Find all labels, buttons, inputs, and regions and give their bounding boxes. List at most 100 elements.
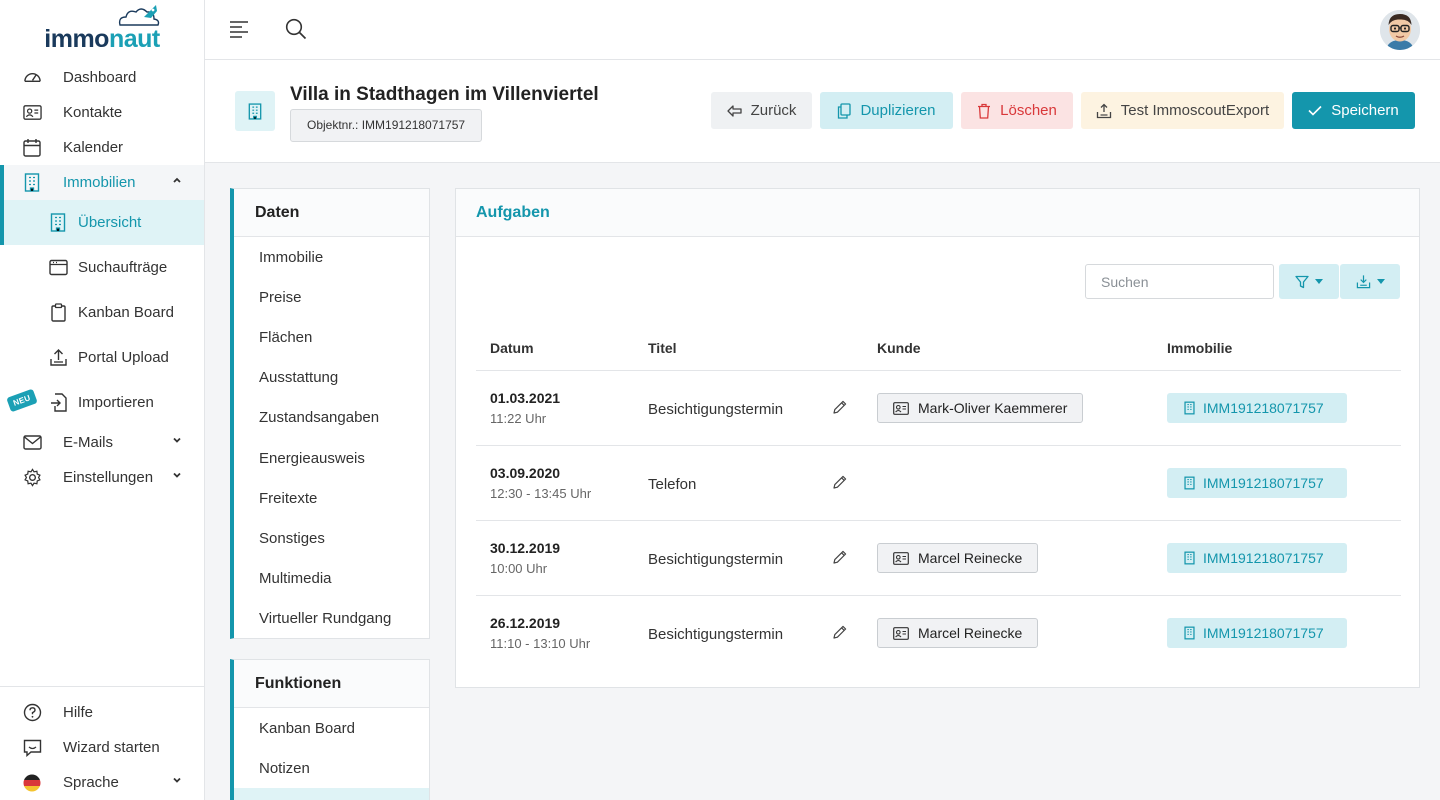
sidebar-item-label: Kontakte <box>63 104 123 121</box>
table-row[interactable]: 03.09.2020 12:30 - 13:45 Uhr Telefon IMM… <box>476 446 1401 521</box>
table-row[interactable]: 26.12.2019 11:10 - 13:10 Uhr Besichtigun… <box>476 596 1401 671</box>
sidebar-subitem-portal-upload[interactable]: Portal Upload <box>0 335 204 380</box>
wizard-icon <box>22 738 42 758</box>
task-time: 10:00 Uhr <box>490 561 548 576</box>
export-dropdown-button[interactable] <box>1340 264 1400 299</box>
customer-tag[interactable]: Marcel Reinecke <box>877 618 1039 648</box>
check-icon <box>1308 105 1322 116</box>
save-button[interactable]: Speichern <box>1292 92 1415 129</box>
avatar[interactable] <box>1380 10 1420 50</box>
sidebar-item-sprache[interactable]: Sprache <box>0 765 204 800</box>
filter-button[interactable] <box>1279 264 1339 299</box>
daten-item-energieausweis[interactable]: Energieausweis <box>234 438 429 478</box>
column-header-titel[interactable]: Titel <box>648 340 677 356</box>
tasks-search-input[interactable] <box>1085 264 1274 299</box>
property-tag[interactable]: IMM191218071757 <box>1167 543 1347 573</box>
pencil-icon[interactable] <box>832 474 848 490</box>
task-title: Besichtigungstermin <box>648 551 784 568</box>
chevron-up-icon[interactable] <box>172 175 182 185</box>
daten-item-virtueller-rundgang[interactable]: Virtueller Rundgang <box>234 599 429 639</box>
contact-card-icon <box>893 401 909 415</box>
daten-item-multimedia[interactable]: Multimedia <box>234 559 429 599</box>
task-title: Telefon <box>648 476 697 493</box>
table-row[interactable]: 01.03.2021 11:22 Uhr Besichtigungstermin… <box>476 371 1401 446</box>
duplicate-button[interactable]: Duplizieren <box>820 92 953 129</box>
daten-item-preise[interactable]: Preise <box>234 277 429 317</box>
task-time: 11:22 Uhr <box>490 411 547 426</box>
property-tag[interactable]: IMM191218071757 <box>1167 618 1347 648</box>
calendar-icon <box>22 138 42 158</box>
property-tag[interactable]: IMM191218071757 <box>1167 468 1347 498</box>
logo-accent: naut <box>108 25 160 53</box>
sidebar-item-einstellungen[interactable]: Einstellungen <box>0 460 204 495</box>
daten-item-immobilie[interactable]: Immobilie <box>234 237 429 277</box>
export-icon <box>1356 275 1370 289</box>
daten-item-ausstattung[interactable]: Ausstattung <box>234 358 429 398</box>
daten-card: Daten Immobilie Preise Flächen Ausstattu… <box>230 188 430 639</box>
menu-icon[interactable] <box>229 20 249 38</box>
task-title: Besichtigungstermin <box>648 401 784 418</box>
contact-card-icon <box>893 551 909 565</box>
property-tag[interactable]: IMM191218071757 <box>1167 393 1347 423</box>
back-button[interactable]: Zurück <box>711 92 812 129</box>
property-id: IMM191218071757 <box>1203 550 1324 566</box>
contact-card-icon <box>893 626 909 640</box>
chevron-down-icon[interactable] <box>172 470 182 480</box>
customer-tag[interactable]: Marcel Reinecke <box>877 543 1039 573</box>
task-date: 03.09.2020 <box>490 465 561 481</box>
sidebar-item-kontakte[interactable]: Kontakte <box>0 95 204 130</box>
daten-item-zustandsangaben[interactable]: Zustandsangaben <box>234 398 429 438</box>
sidebar-subitem-label: Suchaufträge <box>78 259 168 276</box>
test-export-button[interactable]: Test ImmoscoutExport <box>1081 92 1284 129</box>
task-date: 01.03.2021 <box>490 390 561 406</box>
daten-item-sonstiges[interactable]: Sonstiges <box>234 518 429 558</box>
building-icon <box>1184 551 1195 565</box>
funktionen-item-notizen[interactable]: Notizen <box>234 748 429 788</box>
sidebar-item-immobilien[interactable]: Immobilien <box>0 165 204 200</box>
sidebar-item-label: Sprache <box>63 774 119 791</box>
table-row[interactable]: 30.12.2019 10:00 Uhr Besichtigungstermin… <box>476 521 1401 596</box>
task-time: 12:30 - 13:45 Uhr <box>490 486 592 501</box>
customer-tag[interactable]: Mark-Oliver Kaemmerer <box>877 393 1084 423</box>
column-header-kunde[interactable]: Kunde <box>877 340 921 356</box>
sidebar-subitem-kanban[interactable]: Kanban Board <box>0 290 204 335</box>
funktionen-card: Funktionen Kanban Board Notizen <box>230 659 430 800</box>
sidebar-item-label: Hilfe <box>63 704 94 721</box>
chevron-down-icon[interactable] <box>172 775 182 785</box>
tasks-table-header: Datum Titel Kunde Immobilie <box>476 329 1401 371</box>
search-icon[interactable] <box>285 18 307 40</box>
sidebar-item-hilfe[interactable]: Hilfe <box>0 695 204 730</box>
property-icon-box <box>235 91 275 131</box>
pencil-icon[interactable] <box>832 399 848 415</box>
funktionen-item-active-partial[interactable] <box>234 788 429 800</box>
funktionen-card-title: Funktionen <box>234 660 429 708</box>
chevron-down-icon[interactable] <box>172 435 182 445</box>
task-date: 26.12.2019 <box>490 615 561 631</box>
sidebar-item-wizard[interactable]: Wizard starten <box>0 730 204 765</box>
daten-item-flaechen[interactable]: Flächen <box>234 317 429 357</box>
sidebar-subitem-suchauftraege[interactable]: Suchaufträge <box>0 245 204 290</box>
building-icon <box>22 173 42 193</box>
daten-list: Immobilie Preise Flächen Ausstattung Zus… <box>234 237 429 639</box>
building-icon <box>248 102 262 120</box>
sidebar-item-emails[interactable]: E-Mails <box>0 425 204 460</box>
pencil-icon[interactable] <box>832 549 848 565</box>
sidebar-subitem-uebersicht[interactable]: Übersicht <box>0 200 204 245</box>
sidebar-item-dashboard[interactable]: Dashboard <box>0 60 204 95</box>
column-header-immobilie[interactable]: Immobilie <box>1167 340 1232 356</box>
save-button-label: Speichern <box>1331 102 1399 119</box>
delete-button[interactable]: Löschen <box>961 92 1073 129</box>
logo[interactable]: immonaut <box>0 0 204 60</box>
building-icon <box>48 213 68 233</box>
building-icon <box>1184 476 1195 490</box>
funktionen-item-kanban[interactable]: Kanban Board <box>234 708 429 748</box>
sidebar: immonaut Dashboard Kontakte Kalender Imm… <box>0 0 205 800</box>
sidebar-bottom: Hilfe Wizard starten Sprache <box>0 686 204 800</box>
sidebar-item-kalender[interactable]: Kalender <box>0 130 204 165</box>
pencil-icon[interactable] <box>832 624 848 640</box>
column-header-datum[interactable]: Datum <box>490 340 534 356</box>
task-date: 30.12.2019 <box>490 540 561 556</box>
page-header: Villa in Stadthagen im Villenviertel Obj… <box>205 60 1440 163</box>
property-id: IMM191218071757 <box>1203 475 1324 491</box>
daten-item-freitexte[interactable]: Freitexte <box>234 478 429 518</box>
